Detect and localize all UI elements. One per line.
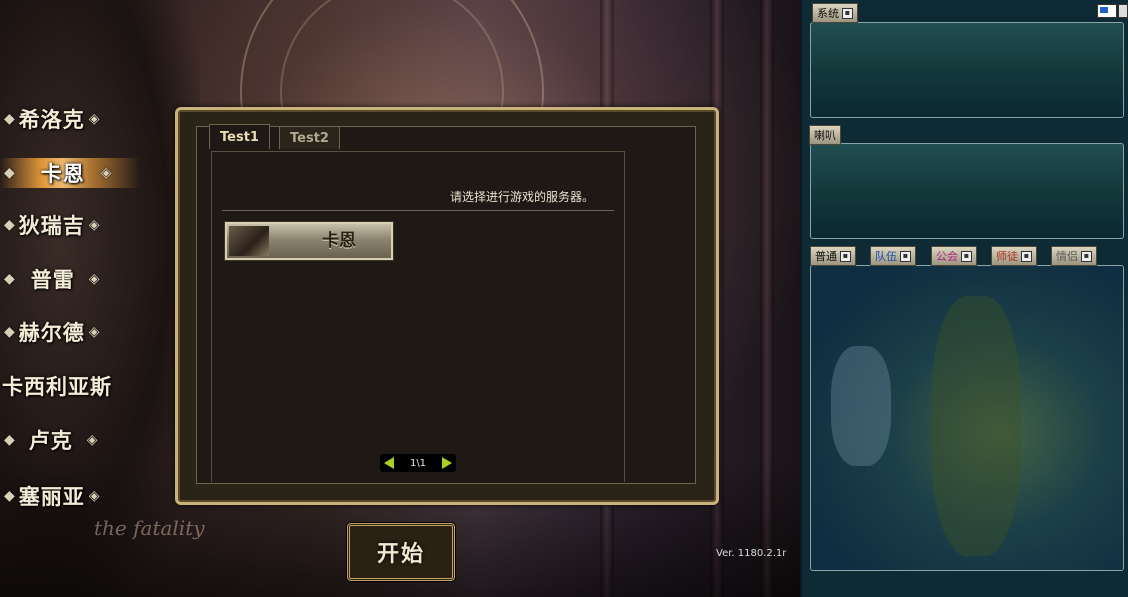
server-item-5[interactable]: 卡西利亚斯	[0, 371, 140, 401]
ornament-icon: ◈	[88, 271, 100, 287]
server-name: 狄瑞吉	[18, 213, 85, 238]
page-indicator: 1\1	[409, 457, 427, 469]
server-item-4[interactable]: ◆ 赫尔德 ◈	[0, 317, 120, 347]
ornament-icon: ◆	[4, 432, 15, 448]
ornament-icon: ◆	[4, 324, 15, 340]
system-chat-label[interactable]: 系统 ▪	[812, 3, 858, 23]
server-item-7[interactable]: ◆ 塞丽亚 ◈	[0, 481, 120, 511]
chat-tab-couple[interactable]: 情侣 ▪	[1051, 246, 1097, 266]
ornament-icon: ◈	[86, 432, 98, 448]
chat-tab-team[interactable]: 队伍 ▪	[870, 246, 916, 266]
system-chat-window[interactable]	[810, 22, 1124, 118]
scroll-icon[interactable]	[1118, 4, 1128, 18]
next-page-icon[interactable]	[442, 457, 452, 469]
server-item-1[interactable]: ◆ 卡恩 ◈	[0, 158, 140, 188]
server-name: 卢克	[28, 428, 73, 453]
toggle-icon[interactable]: ▪	[840, 250, 851, 262]
server-channel-label: 卡恩	[322, 231, 356, 251]
server-item-3[interactable]: ◆ 普雷 ◈	[0, 264, 120, 294]
chat-tab-label: 普通	[815, 250, 837, 263]
chat-tab-label: 队伍	[875, 250, 897, 263]
ornament-icon: ◆	[4, 111, 15, 127]
chat-tab-normal[interactable]: 普通 ▪	[810, 246, 856, 266]
toggle-icon[interactable]: ▪	[1021, 250, 1032, 262]
horn-chat-label[interactable]: 喇叭	[809, 125, 841, 145]
tab-test1[interactable]: Test1	[209, 124, 270, 149]
tree-decoration	[931, 296, 1021, 556]
server-name: 普雷	[30, 267, 75, 292]
version-text: Ver. 1180.2.1r	[716, 548, 787, 559]
ornament-icon: ◈	[88, 111, 100, 127]
server-channel-button[interactable]: 卡恩	[225, 222, 393, 260]
ornament-icon: ◆	[4, 271, 15, 287]
server-item-2[interactable]: ◆ 狄瑞吉 ◈	[0, 210, 120, 240]
dialog-panel: Test1 Test2 请选择进行游戏的服务器。 卡恩 1\1	[196, 124, 696, 484]
toggle-icon[interactable]: ▪	[842, 7, 853, 19]
horn-label-text: 喇叭	[814, 129, 836, 142]
chat-tab-label: 情侣	[1056, 250, 1078, 263]
ornament-icon: ◈	[88, 488, 100, 504]
background-title-text: the fatality	[94, 516, 205, 540]
chat-panel	[800, 0, 1128, 597]
tab-test2[interactable]: Test2	[279, 126, 340, 149]
window-mode-icon[interactable]	[1097, 4, 1117, 18]
select-server-prompt: 请选择进行游戏的服务器。	[449, 190, 594, 204]
ornament-icon: ◈	[88, 324, 100, 340]
server-thumbnail-icon	[229, 226, 269, 256]
server-name: 希洛克	[18, 107, 85, 132]
pagination: 1\1	[380, 454, 456, 472]
ornament-icon: ◈	[100, 165, 112, 181]
server-name: 塞丽亚	[18, 484, 85, 509]
arch-decoration	[831, 346, 891, 466]
server-select-dialog: Test1 Test2 请选择进行游戏的服务器。 卡恩 1\1	[175, 107, 719, 505]
chat-tab-guild[interactable]: 公会 ▪	[931, 246, 977, 266]
start-button[interactable]: 开始	[347, 523, 455, 581]
ornament-icon: ◆	[4, 488, 15, 504]
toggle-icon[interactable]: ▪	[1081, 250, 1092, 262]
horn-chat-window[interactable]	[810, 143, 1124, 239]
ornament-icon: ◆	[4, 165, 15, 181]
server-name: 卡西利亚斯	[2, 374, 112, 399]
server-list-panel: 请选择进行游戏的服务器。 卡恩 1\1	[211, 151, 625, 482]
toggle-icon[interactable]: ▪	[900, 250, 911, 262]
system-label-text: 系统	[817, 7, 839, 20]
chat-tab-mentor[interactable]: 师徒 ▪	[991, 246, 1037, 266]
chat-tab-label: 公会	[936, 250, 958, 263]
ornament-icon: ◈	[88, 217, 100, 233]
general-chat-window[interactable]	[810, 265, 1124, 571]
divider	[222, 210, 614, 211]
start-button-label: 开始	[376, 541, 425, 567]
chat-tab-label: 师徒	[996, 250, 1018, 263]
ornament-icon: ◆	[4, 217, 15, 233]
toggle-icon[interactable]: ▪	[961, 250, 972, 262]
prev-page-icon[interactable]	[384, 457, 394, 469]
server-item-6[interactable]: ◆ 卢克 ◈	[0, 425, 120, 455]
server-name: 卡恩	[40, 161, 85, 186]
server-name: 赫尔德	[18, 320, 85, 345]
server-item-0[interactable]: ◆ 希洛克 ◈	[0, 104, 120, 134]
